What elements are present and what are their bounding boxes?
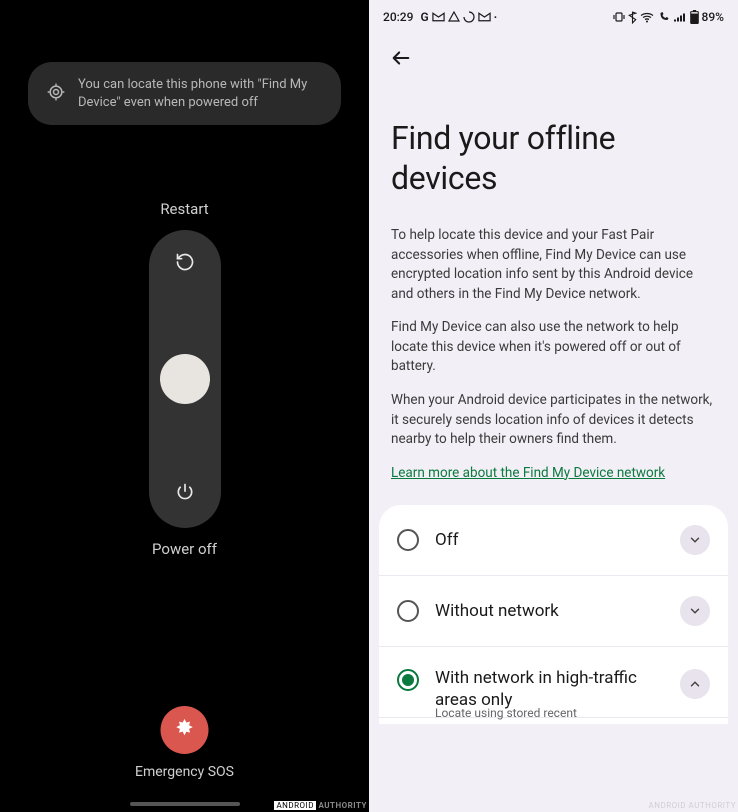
sos-label: Emergency SOS (135, 764, 234, 780)
more-icon: · (494, 10, 498, 24)
power-slider-column: Restart Power off (149, 200, 221, 558)
option-label: Without network (435, 600, 664, 622)
find-device-hint: You can locate this phone with "Find My … (28, 62, 341, 125)
google-icon: G (420, 10, 428, 24)
restart-label: Restart (160, 200, 208, 218)
vibrate-icon (613, 11, 625, 23)
radio-without-network[interactable] (397, 600, 419, 622)
restart-icon (175, 252, 195, 276)
option-without-network[interactable]: Without network (379, 576, 728, 647)
options-card: Off Without network With network in high… (379, 505, 728, 724)
para-2: Find My Device can also use the network … (391, 318, 716, 377)
power-slider-track[interactable] (149, 230, 221, 528)
option-label: Off (435, 529, 664, 551)
wifi-calling-icon (657, 11, 670, 23)
para-1: To help locate this device and your Fast… (391, 226, 716, 304)
gmail-icon (432, 12, 445, 22)
poweroff-label: Power off (152, 540, 217, 558)
collapse-button[interactable] (680, 669, 710, 699)
gmail-icon-2 (478, 12, 491, 22)
expand-button[interactable] (680, 525, 710, 555)
option-label: With network in high-traffic areas only (435, 667, 664, 711)
signal-icon (673, 12, 687, 23)
home-indicator[interactable] (130, 802, 240, 806)
battery-icon (690, 10, 699, 24)
medical-icon (173, 717, 195, 743)
description: To help locate this device and your Fast… (391, 226, 716, 483)
radar-icon (46, 82, 66, 106)
sync-icon (463, 11, 475, 23)
power-menu-screen: You can locate this phone with "Find My … (0, 0, 369, 812)
sos-button[interactable] (160, 706, 208, 754)
power-icon (175, 482, 195, 506)
status-time: 20:29 (383, 10, 413, 24)
radio-off[interactable] (397, 529, 419, 551)
wifi-icon (640, 12, 654, 23)
watermark: ANDROID AUTHORITY (274, 801, 367, 810)
bluetooth-icon (628, 11, 637, 24)
back-button[interactable] (385, 42, 417, 74)
page-title: Find your offline devices (391, 118, 716, 198)
watermark: ANDROID AUTHORITY (649, 801, 736, 810)
option-subtext: Locate using stored recent (379, 706, 728, 724)
learn-more-link[interactable]: Learn more about the Find My Device netw… (391, 465, 665, 481)
expand-button[interactable] (680, 596, 710, 626)
hint-text: You can locate this phone with "Find My … (78, 76, 323, 111)
settings-screen: 20:29 G · (369, 0, 738, 812)
power-slider-knob[interactable] (160, 354, 210, 404)
option-off[interactable]: Off (379, 505, 728, 576)
status-bar: 20:29 G · (369, 0, 738, 28)
battery-percent: 89% (702, 10, 724, 24)
warning-icon (448, 11, 460, 23)
para-3: When your Android device participates in… (391, 391, 716, 450)
emergency-sos[interactable]: Emergency SOS (135, 706, 234, 780)
radio-high-traffic[interactable] (397, 669, 419, 691)
